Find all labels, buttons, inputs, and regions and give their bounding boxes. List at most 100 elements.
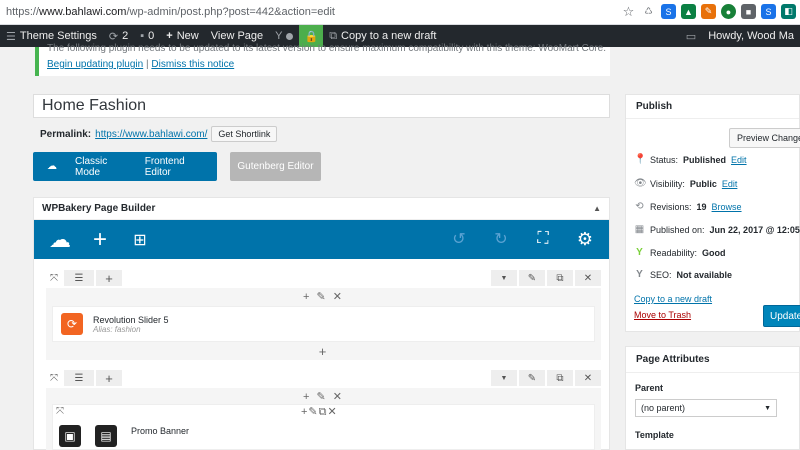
inner-column: ⤧ +✎⧉✕ ▣ ▤ Promo Banner <box>52 404 595 450</box>
builder-row: ⤧ ☰ + ▼ ✎ ⧉ ✕ + ✎ ✕ ⟳ Revolution Slider … <box>46 270 601 360</box>
promo-icon: ▤ <box>95 425 117 447</box>
notice-text: The following plugin needs to be updated… <box>47 43 606 54</box>
row-delete-icon[interactable]: ✕ <box>575 270 601 286</box>
element-revolution-slider[interactable]: ⟳ Revolution Slider 5 Alias: fashion <box>52 306 595 342</box>
lock-icon: 🔒 <box>304 30 319 43</box>
url-scheme: https:// <box>6 6 40 18</box>
add-element-icon[interactable]: + <box>84 224 116 256</box>
extension-box-icon[interactable]: ◧ <box>781 4 796 19</box>
screen-icon[interactable]: ▭ <box>680 25 702 47</box>
classic-mode-button[interactable]: Classic Mode <box>69 156 139 178</box>
extension-icons: ☆ ♺ S ▲ ✎ ● ■ S ◧ <box>621 4 796 19</box>
visibility-row: 👁 Visibility: Public Edit <box>634 178 738 189</box>
permalink-url[interactable]: https://www.bahlawi.com/ <box>95 129 207 140</box>
row-toggle-icon[interactable]: ▼ <box>491 370 517 386</box>
plugin-update-notice: The following plugin needs to be updated… <box>35 43 610 76</box>
gutenberg-editor-button[interactable]: Gutenberg Editor <box>230 152 321 181</box>
column-controls[interactable]: + ✎ ✕ <box>46 290 601 304</box>
extension-chart-icon[interactable]: ▲ <box>681 4 696 19</box>
update-button[interactable]: Update <box>763 305 800 327</box>
readability-row: Y Readability: Good <box>634 247 725 258</box>
row-clone-icon[interactable]: ⧉ <box>547 370 573 386</box>
publish-header[interactable]: Publish <box>626 95 799 119</box>
row-edit-icon[interactable]: ✎ <box>519 270 545 286</box>
preview-changes-button[interactable]: Preview Changes <box>729 128 800 148</box>
row-move-icon[interactable]: ⤧ <box>46 370 62 386</box>
row-move-icon[interactable]: ⤧ <box>46 270 62 286</box>
parent-label: Parent <box>635 383 664 393</box>
url-path: /wp-admin/post.php?post=442&action=edit <box>126 6 335 18</box>
wpbakery-panel: WPBakery Page Builder ▲ ☁ + ⊞ ↺ ↻ ⛶ ⚙ ⤧ … <box>33 197 610 450</box>
seo-row: Y SEO: Not available <box>634 269 732 280</box>
move-to-trash-link[interactable]: Move to Trash <box>634 310 691 320</box>
yoast-readability-icon: Y <box>636 247 643 258</box>
undo-icon[interactable]: ↺ <box>443 223 475 255</box>
refresh-extension-icon[interactable]: ♺ <box>641 4 656 19</box>
plus-icon: + <box>166 30 173 42</box>
revisions-row: ⟲ Revisions: 19 Browse <box>635 201 742 212</box>
row-delete-icon[interactable]: ✕ <box>575 370 601 386</box>
menu-icon: ☰ <box>6 30 16 43</box>
status-edit-link[interactable]: Edit <box>731 155 747 165</box>
calendar-icon: ▦ <box>634 224 645 235</box>
yoast-icon: Y <box>275 30 283 42</box>
frontend-editor-button[interactable]: Frontend Editor <box>139 156 217 178</box>
comment-icon: ▪ <box>140 30 145 42</box>
row-add-column-icon[interactable]: + <box>96 270 122 286</box>
inner-column-controls[interactable]: +✎⧉✕ <box>301 405 338 419</box>
begin-updating-link[interactable]: Begin updating plugin <box>47 59 143 70</box>
post-title-input[interactable]: Home Fashion <box>33 94 610 118</box>
select-arrow-icon: ▼ <box>764 404 771 412</box>
inner-move-icon[interactable]: ⤧ <box>56 406 64 417</box>
get-shortlink-button[interactable]: Get Shortlink <box>211 126 278 142</box>
editor-mode-group: ☁ Classic Mode Frontend Editor <box>33 152 217 181</box>
wpbakery-logo-icon: ☁ <box>49 226 71 252</box>
visibility-edit-link[interactable]: Edit <box>722 179 738 189</box>
wpbakery-cloud-icon: ☁ <box>47 161 57 172</box>
row-edit-icon[interactable]: ✎ <box>519 370 545 386</box>
pin-icon: 📍 <box>634 154 647 165</box>
extension-circle-icon[interactable]: ● <box>721 4 736 19</box>
eye-icon: 👁 <box>634 178 647 189</box>
extension-square-icon[interactable]: ■ <box>741 4 756 19</box>
dismiss-notice-link[interactable]: Dismiss this notice <box>151 59 234 70</box>
parent-select[interactable]: (no parent) ▼ <box>635 399 777 417</box>
row-layout-icon[interactable]: ☰ <box>64 270 94 286</box>
element-promo-banner[interactable]: ▣ ▤ Promo Banner <box>59 425 189 447</box>
updates-icon: ⟳ <box>108 30 119 43</box>
url-host: www.bahlawi.com <box>39 6 127 18</box>
yoast-seo-icon: Y <box>636 269 643 280</box>
status-row: 📍 Status: Published Edit <box>634 154 747 165</box>
extension-s-icon[interactable]: S <box>661 4 676 19</box>
published-on-row: ▦ Published on: Jun 22, 2017 @ 12:05 Edi… <box>634 224 800 235</box>
url-field[interactable]: https://www.bahlawi.com/wp-admin/post.ph… <box>6 6 335 18</box>
copy-to-draft-link[interactable]: Copy to a new draft <box>634 294 712 304</box>
page-attributes-header[interactable]: Page Attributes <box>626 347 799 373</box>
add-element-plus[interactable]: + <box>46 344 601 359</box>
revisions-icon: ⟲ <box>635 201 644 212</box>
browse-revisions-link[interactable]: Browse <box>712 202 742 212</box>
column-controls[interactable]: + ✎ ✕ <box>46 390 601 404</box>
builder-row: ⤧ ☰ + ▼ ✎ ⧉ ✕ + ✎ ✕ ⤧ +✎⧉✕ ▣ ▤ Promo Ban… <box>46 370 601 450</box>
settings-gear-icon[interactable]: ⚙ <box>569 223 601 255</box>
row-layout-icon[interactable]: ☰ <box>64 370 94 386</box>
extension-pen-icon[interactable]: ✎ <box>701 4 716 19</box>
status-dot-icon <box>286 32 294 40</box>
row-toggle-icon[interactable]: ▼ <box>491 270 517 286</box>
row-clone-icon[interactable]: ⧉ <box>547 270 573 286</box>
fullscreen-icon[interactable]: ⛶ <box>527 223 559 255</box>
templates-icon[interactable]: ⊞ <box>124 224 156 256</box>
wpbakery-header[interactable]: WPBakery Page Builder ▲ <box>34 198 609 220</box>
row-add-column-icon[interactable]: + <box>96 370 122 386</box>
page-attributes-box: Page Attributes Parent (no parent) ▼ Tem… <box>625 346 800 450</box>
bookmark-star-icon[interactable]: ☆ <box>621 4 636 19</box>
extension-s2-icon[interactable]: S <box>761 4 776 19</box>
revolution-slider-icon: ⟳ <box>61 313 83 335</box>
browser-address-bar: https://www.bahlawi.com/wp-admin/post.ph… <box>0 0 800 25</box>
copy-icon: ⧉ <box>329 29 338 42</box>
redo-icon[interactable]: ↻ <box>485 223 517 255</box>
collapse-arrow-icon[interactable]: ▲ <box>593 204 601 213</box>
permalink-row: Permalink: https://www.bahlawi.com/ Get … <box>40 126 278 142</box>
howdy-account-menu[interactable]: Howdy, Wood Ma <box>702 25 800 47</box>
wpbakery-toolbar: ☁ + ⊞ ↺ ↻ ⛶ ⚙ <box>34 220 609 259</box>
